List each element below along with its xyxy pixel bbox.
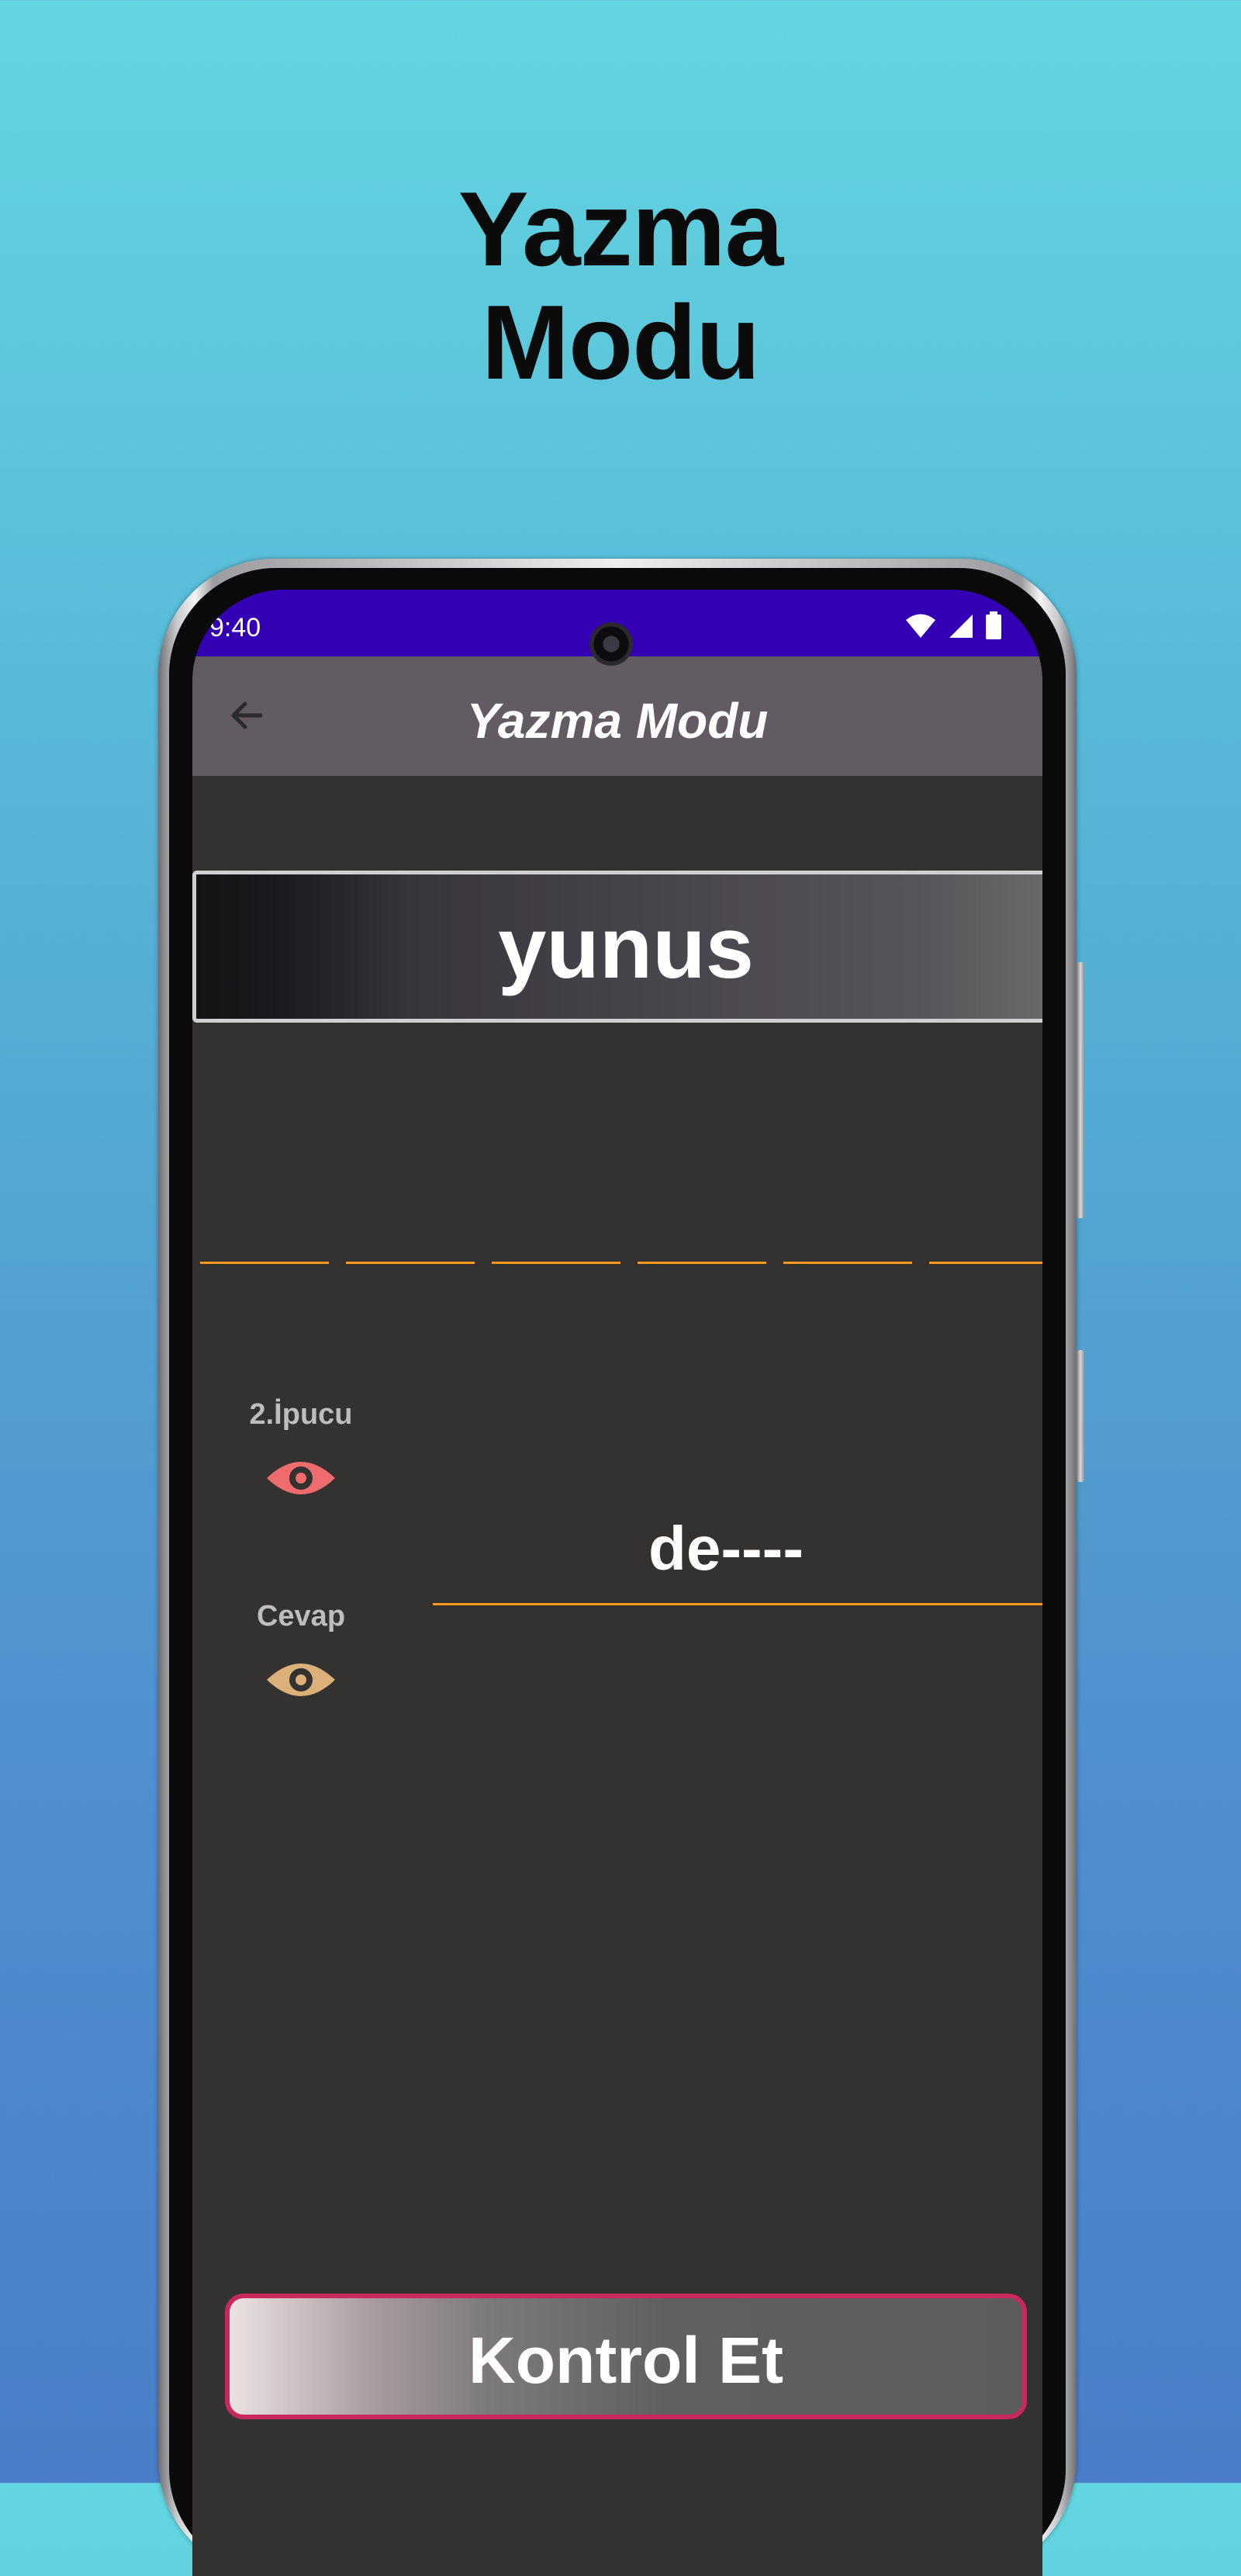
eye-icon[interactable] <box>265 1657 337 1703</box>
eye-icon[interactable] <box>265 1455 337 1501</box>
app-title: Yazma Modu <box>466 693 769 749</box>
hint-answer: Cevap <box>223 1600 379 1707</box>
status-time: 9:40 <box>209 613 261 642</box>
answer-underline <box>433 1603 1042 1605</box>
letter-slot[interactable] <box>492 1262 620 1264</box>
promo-title-line1: Yazma <box>458 170 783 288</box>
hint-2-label: 2.İpucu <box>249 1398 353 1431</box>
letter-slots[interactable] <box>200 1262 1042 1265</box>
hint-2: 2.İpucu <box>223 1398 379 1505</box>
signal-icon <box>949 615 973 638</box>
wifi-icon <box>906 614 935 638</box>
front-camera <box>589 622 633 666</box>
app-screen: 9:40 Yazma Modu yunus 2.İpucu Cevap de--… <box>192 590 1042 2576</box>
target-word: yunus <box>498 899 754 996</box>
letter-slot[interactable] <box>200 1262 329 1264</box>
check-button-label: Kontrol Et <box>468 2324 783 2397</box>
promo-title: Yazma Modu <box>0 172 1241 399</box>
app-bar: Yazma Modu <box>192 656 1042 776</box>
check-button[interactable]: Kontrol Et <box>225 2294 1027 2419</box>
status-icons <box>904 611 1002 639</box>
battery-icon <box>986 611 1001 639</box>
power-button <box>1077 1350 1084 1482</box>
phone-frame: 9:40 Yazma Modu yunus 2.İpucu Cevap de--… <box>158 559 1077 2576</box>
phone-bezel: 9:40 Yazma Modu yunus 2.İpucu Cevap de--… <box>169 568 1066 2576</box>
letter-slot[interactable] <box>783 1262 912 1264</box>
promo-title-line2: Modu <box>481 283 761 401</box>
answer-input[interactable]: de---- <box>433 1513 1019 1584</box>
letter-slot[interactable] <box>929 1262 1042 1264</box>
letter-slot[interactable] <box>346 1262 475 1264</box>
hint-answer-label: Cevap <box>256 1600 346 1633</box>
volume-button <box>1077 962 1084 1218</box>
letter-slot[interactable] <box>638 1262 766 1264</box>
word-card: yunus <box>192 871 1042 1023</box>
